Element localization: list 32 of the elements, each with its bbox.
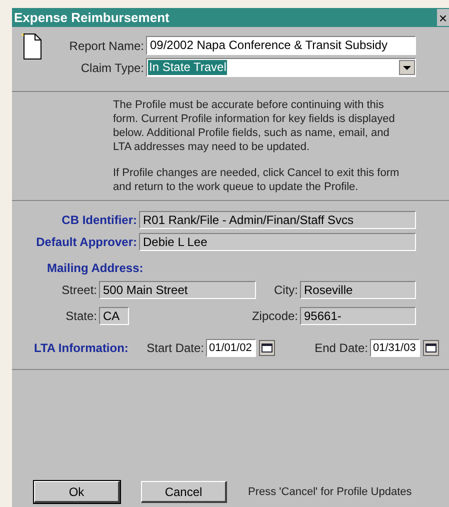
calendar-icon[interactable] xyxy=(423,340,439,356)
new-document-icon xyxy=(20,32,42,60)
start-date-field[interactable]: 01/01/02 xyxy=(206,339,256,357)
claim-type-dropdown[interactable]: In State Travel xyxy=(146,58,416,77)
field-label: Report Name: xyxy=(68,38,145,54)
read-only-field: Debie L Lee xyxy=(139,233,416,251)
notice-paragraph: The Profile must be accurate before continuing with this form. Current Profile information for key fields is displayed below. Additional Profile fields, such as name, email, and LTA addresses may need to be updated. xyxy=(113,98,396,154)
field-label: City: xyxy=(273,282,299,299)
read-only-field: Roseville xyxy=(300,281,416,299)
field-label: Default Approver: xyxy=(35,234,138,251)
read-only-field: 95661- xyxy=(300,307,416,325)
field-label: CB Identifier: xyxy=(60,212,138,229)
hint-text: Press 'Cancel' for Profile Updates xyxy=(248,484,412,500)
read-only-field: R01 Rank/File - Admin/Finan/Staff Svcs xyxy=(139,211,416,229)
calendar-icon[interactable] xyxy=(259,340,275,356)
field-label: Claim Type: xyxy=(80,60,145,76)
field-label: Street: xyxy=(60,282,98,299)
mailing-address-heading: Mailing Address: xyxy=(47,260,144,277)
report-name-field[interactable]: 09/2002 Napa Conference & Transit Subsidy xyxy=(146,36,416,55)
window-title: Expense Reimbursement xyxy=(14,8,170,27)
field-label: Start Date: xyxy=(146,340,205,357)
close-button[interactable]: × xyxy=(437,9,449,26)
read-only-field: CA xyxy=(99,307,129,325)
read-only-field: 500 Main Street xyxy=(99,281,256,299)
dialog-button[interactable]: Cancel xyxy=(141,481,227,503)
dialog-button[interactable]: Ok xyxy=(34,481,120,503)
notice-paragraph: If Profile changes are needed, click Cancel to exit this form and return to the work queue to update the Profile. xyxy=(113,166,400,194)
lta-heading: LTA Information: xyxy=(34,340,130,357)
field-label: End Date: xyxy=(314,340,369,357)
field-label: State: xyxy=(64,308,98,325)
field-label: Zipcode: xyxy=(250,308,299,325)
end-date-field[interactable]: 01/31/03 xyxy=(370,339,420,357)
